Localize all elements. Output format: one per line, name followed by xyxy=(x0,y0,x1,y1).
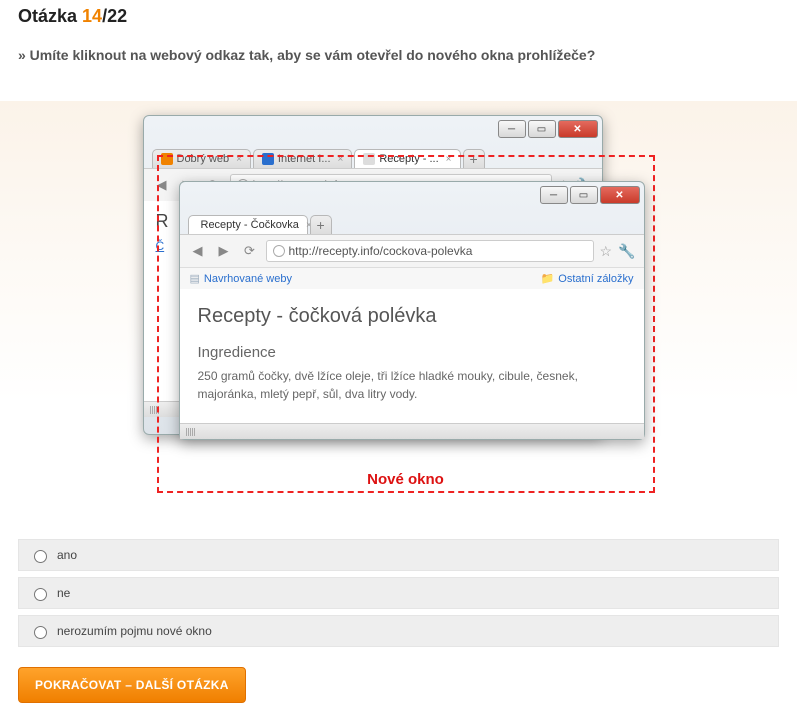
forward-icon: ▶ xyxy=(214,241,234,261)
favicon-icon xyxy=(363,153,375,165)
close-icon: ✕ xyxy=(600,186,640,204)
globe-icon xyxy=(273,245,285,257)
favicon-icon xyxy=(262,153,274,165)
favicon-icon xyxy=(161,153,173,165)
minimize-icon: ─ xyxy=(498,120,526,138)
answer-radio[interactable] xyxy=(34,626,47,639)
answer-radio[interactable] xyxy=(34,550,47,563)
plus-icon: + xyxy=(317,218,325,232)
browser-window-front: ─ ▭ ✕ Recepty - Čočkovka× + ◀ ▶ ⟳ http:/… xyxy=(179,181,645,440)
wrench-icon: 🔧 xyxy=(618,243,635,260)
new-tab-button: + xyxy=(463,149,485,168)
back-icon: ◀ xyxy=(188,241,208,261)
page-link-stub: Č xyxy=(156,239,165,253)
star-icon: ☆ xyxy=(600,243,613,260)
answer-option[interactable]: ne xyxy=(18,577,779,609)
answer-option[interactable]: nerozumím pojmu nové okno xyxy=(18,615,779,647)
back-icon: ◀ xyxy=(152,175,172,195)
tab-item: Dobrý web× xyxy=(152,149,251,168)
address-bar: http://recepty.info/cockova-polevka xyxy=(266,240,594,262)
tab-item: Internet I...× xyxy=(253,149,352,168)
page-icon: ▤ xyxy=(190,273,200,285)
page-subtitle: Ingredience xyxy=(198,344,626,361)
tab-close-icon: × xyxy=(446,154,452,165)
answer-radio[interactable] xyxy=(34,588,47,601)
tab-bar-back: Dobrý web× Internet I...× Recepty - ...×… xyxy=(144,142,602,168)
grip-icon xyxy=(150,406,160,414)
answer-label: ne xyxy=(57,586,70,600)
minimize-icon: ─ xyxy=(540,186,568,204)
reload-icon: ⟳ xyxy=(240,241,260,261)
question-text: » Umíte kliknout na webový odkaz tak, ab… xyxy=(18,47,779,63)
maximize-icon: ▭ xyxy=(528,120,556,138)
answer-label: ano xyxy=(57,548,77,562)
answer-list: ano ne nerozumím pojmu nové okno xyxy=(18,539,779,647)
maximize-icon: ▭ xyxy=(570,186,598,204)
plus-icon: + xyxy=(470,152,478,166)
tab-item-active: Recepty - Čočkovka× xyxy=(188,215,308,234)
close-icon: ✕ xyxy=(558,120,598,138)
page-title: Recepty - čočková polévka xyxy=(198,305,626,328)
answer-label: nerozumím pojmu nové okno xyxy=(57,624,212,638)
new-tab-button: + xyxy=(310,215,332,234)
tab-bar-front: Recepty - Čočkovka× + xyxy=(180,208,644,234)
tab-close-icon: × xyxy=(338,154,344,165)
tab-close-icon: × xyxy=(236,154,242,165)
bookmarks-bar: ▤Navrhované weby 📁Ostatní záložky xyxy=(180,267,644,289)
page-body: 250 gramů čočky, dvě lžíce oleje, tři lž… xyxy=(198,367,626,403)
illustration: ─ ▭ ✕ Dobrý web× Internet I...× Recepty … xyxy=(0,101,797,531)
grip-icon xyxy=(186,428,196,436)
answer-option[interactable]: ano xyxy=(18,539,779,571)
tab-item-active: Recepty - ...× xyxy=(354,149,460,168)
question-counter: Otázka 14/22 xyxy=(18,6,779,27)
folder-icon: 📁 xyxy=(541,273,555,285)
continue-button[interactable]: POKRAČOVAT – DALŠÍ OTÁZKA xyxy=(18,667,246,703)
highlight-label: Nové okno xyxy=(159,471,653,488)
